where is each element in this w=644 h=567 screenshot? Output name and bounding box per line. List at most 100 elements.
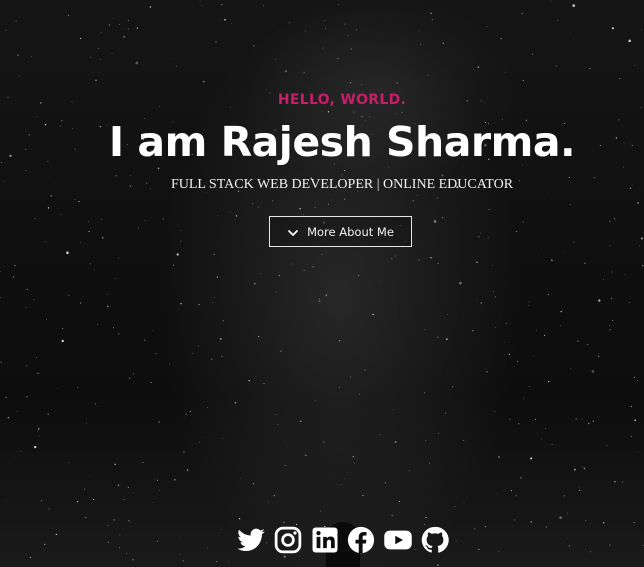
star — [347, 34, 349, 36]
star — [183, 451, 185, 453]
star — [114, 463, 116, 466]
star — [578, 487, 580, 488]
star — [183, 417, 185, 419]
star — [480, 302, 482, 304]
linkedin-icon[interactable] — [310, 525, 340, 555]
star — [25, 307, 27, 309]
star — [611, 271, 613, 273]
star — [598, 355, 600, 357]
star — [344, 170, 345, 171]
star — [463, 440, 465, 441]
star — [476, 261, 478, 263]
star — [437, 336, 439, 338]
star — [284, 70, 288, 73]
star — [62, 327, 64, 330]
star — [622, 481, 624, 483]
star — [127, 28, 129, 30]
star — [531, 53, 533, 55]
star — [488, 209, 490, 211]
star — [107, 524, 109, 526]
star — [132, 373, 135, 375]
star — [80, 302, 82, 304]
star — [629, 302, 630, 303]
star — [303, 269, 305, 271]
star — [0, 296, 1, 298]
youtube-icon[interactable] — [383, 525, 413, 555]
star — [634, 419, 637, 422]
hero-title: I am Rajesh Sharma. — [108, 118, 576, 166]
star — [425, 439, 427, 442]
star — [61, 339, 64, 343]
star — [14, 264, 16, 267]
twitter-icon[interactable] — [236, 525, 266, 555]
star — [587, 344, 589, 346]
star — [248, 380, 250, 382]
star — [221, 529, 223, 530]
star — [162, 218, 164, 220]
star — [275, 59, 276, 61]
star — [339, 340, 341, 342]
star — [221, 4, 223, 6]
star — [472, 330, 474, 332]
star — [509, 418, 511, 420]
star — [67, 14, 70, 17]
star — [528, 386, 530, 387]
star — [222, 437, 224, 439]
star — [114, 278, 116, 279]
star — [144, 339, 146, 341]
star — [16, 411, 18, 413]
star — [85, 517, 87, 519]
more-about-me-button[interactable]: More About Me — [269, 216, 412, 247]
star — [452, 386, 454, 388]
star — [48, 508, 50, 510]
star — [484, 526, 487, 528]
star — [492, 264, 493, 266]
star — [479, 232, 481, 234]
star — [118, 257, 119, 259]
star — [459, 281, 462, 285]
star — [219, 19, 221, 21]
star — [530, 521, 532, 523]
star — [562, 250, 564, 252]
star — [36, 357, 38, 358]
star — [230, 211, 232, 213]
star — [155, 352, 157, 355]
star — [487, 237, 489, 239]
star — [34, 445, 37, 449]
star — [611, 297, 613, 299]
star — [149, 6, 152, 8]
facebook-icon[interactable] — [346, 525, 376, 555]
star — [498, 551, 500, 553]
star — [222, 320, 224, 322]
star — [203, 437, 204, 438]
github-icon[interactable] — [420, 525, 450, 555]
star — [159, 489, 160, 491]
star — [206, 547, 208, 549]
star — [303, 214, 304, 216]
star — [442, 42, 444, 44]
star — [129, 175, 131, 176]
star — [634, 65, 636, 66]
star — [136, 27, 138, 29]
star — [271, 199, 274, 202]
star — [344, 23, 346, 25]
star — [560, 310, 562, 313]
star — [514, 519, 516, 521]
star — [584, 262, 586, 264]
star — [111, 53, 113, 54]
star — [280, 350, 282, 352]
star — [547, 293, 549, 295]
star — [213, 297, 215, 299]
star — [536, 329, 537, 331]
star — [29, 556, 32, 559]
star — [573, 241, 575, 243]
star — [179, 553, 181, 555]
star — [427, 74, 429, 76]
star — [87, 221, 89, 223]
instagram-icon[interactable] — [273, 525, 303, 555]
star — [486, 26, 488, 27]
star — [26, 365, 28, 367]
star — [125, 552, 127, 554]
star — [521, 13, 523, 15]
star — [574, 468, 576, 471]
